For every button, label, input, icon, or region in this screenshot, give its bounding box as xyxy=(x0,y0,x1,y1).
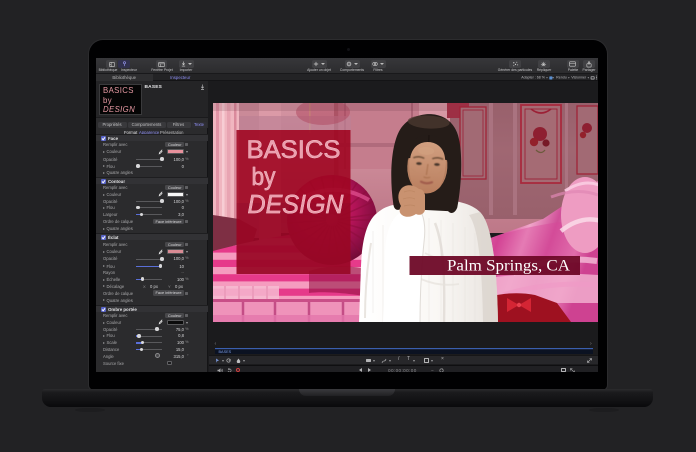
svg-text:DESIGN: DESIGN xyxy=(248,189,344,219)
svg-text:Palm Springs, CA: Palm Springs, CA xyxy=(447,258,571,275)
svg-text:by: by xyxy=(252,163,276,191)
svg-text:BASICS: BASICS xyxy=(247,136,341,164)
